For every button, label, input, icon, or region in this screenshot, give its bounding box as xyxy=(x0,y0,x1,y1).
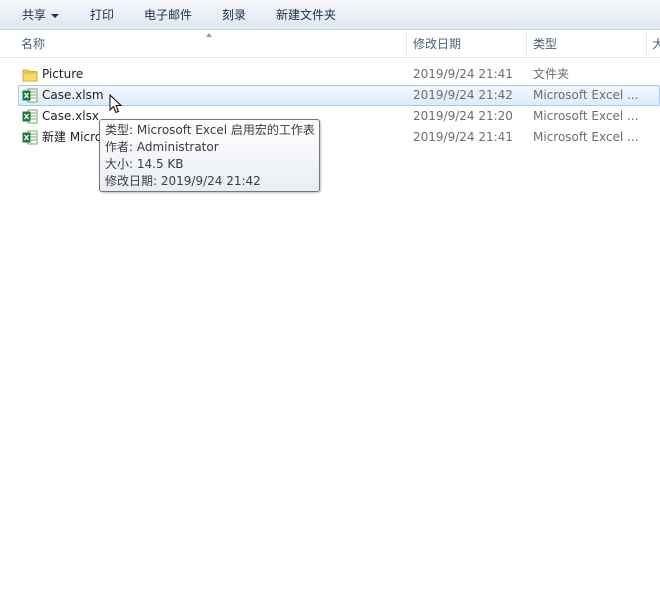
tooltip-modified: 修改日期: 2019/9/24 21:42 xyxy=(105,174,261,188)
file-type: Microsoft Excel ... xyxy=(533,130,639,144)
folder-icon xyxy=(22,69,38,82)
file-modified: 2019/9/24 21:20 xyxy=(413,109,513,123)
column-divider[interactable] xyxy=(406,33,407,56)
command-bar: 共享 打印 电子邮件 刻录 新建文件夹 xyxy=(0,0,660,30)
excel-icon xyxy=(22,109,38,124)
chevron-down-icon xyxy=(51,13,60,18)
excel-icon xyxy=(22,88,38,103)
file-modified: 2019/9/24 21:42 xyxy=(413,88,513,102)
mouse-pointer-icon xyxy=(109,94,123,114)
print-button[interactable]: 打印 xyxy=(90,6,114,24)
file-type: Microsoft Excel ... xyxy=(533,109,639,123)
email-button[interactable]: 电子邮件 xyxy=(144,6,192,24)
column-header-name-label: 名称 xyxy=(21,37,46,51)
column-header-modified-label: 修改日期 xyxy=(413,37,462,51)
email-button-label: 电子邮件 xyxy=(144,8,193,22)
column-divider[interactable] xyxy=(526,33,527,56)
file-name: Case.xlsm xyxy=(42,88,104,102)
share-button-label: 共享 xyxy=(22,8,47,22)
burn-button[interactable]: 刻录 xyxy=(222,6,246,24)
column-divider[interactable] xyxy=(646,33,647,56)
column-header-type[interactable]: 类型 xyxy=(533,31,641,58)
file-type: 文件夹 xyxy=(533,67,570,81)
tooltip-size: 大小: 14.5 KB xyxy=(105,157,184,171)
tooltip-type: 类型: Microsoft Excel 启用宏的工作表 xyxy=(105,123,315,137)
file-name: Picture xyxy=(42,67,84,81)
tooltip-author: 作者: Administrator xyxy=(105,140,219,154)
column-header-modified[interactable]: 修改日期 xyxy=(413,31,521,58)
excel-icon xyxy=(22,130,38,145)
column-header-size[interactable]: 大 xyxy=(652,31,660,58)
column-header-size-label: 大 xyxy=(652,37,660,51)
column-header-type-label: 类型 xyxy=(533,37,558,51)
file-modified: 2019/9/24 21:41 xyxy=(413,130,513,144)
file-row-picture[interactable]: Picture 2019/9/24 21:41 文件夹 xyxy=(18,64,660,85)
column-header: 名称 修改日期 类型 大 xyxy=(0,31,660,58)
column-header-name[interactable]: 名称 xyxy=(21,31,401,58)
new-folder-button[interactable]: 新建文件夹 xyxy=(276,6,336,24)
file-modified: 2019/9/24 21:41 xyxy=(413,67,513,81)
print-button-label: 打印 xyxy=(90,8,115,22)
burn-button-label: 刻录 xyxy=(222,8,247,22)
new-folder-button-label: 新建文件夹 xyxy=(276,8,337,22)
share-button[interactable]: 共享 xyxy=(22,6,60,24)
file-type: Microsoft Excel ... xyxy=(533,88,639,102)
file-info-tooltip: 类型: Microsoft Excel 启用宏的工作表 作者: Administ… xyxy=(99,119,320,192)
